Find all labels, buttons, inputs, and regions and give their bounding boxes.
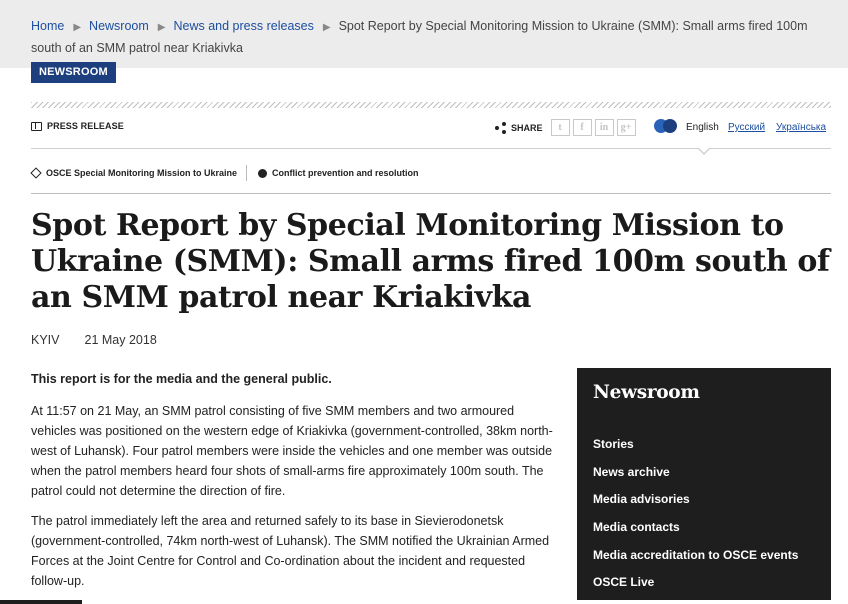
article-location: KYIV <box>31 333 60 347</box>
divider <box>31 148 831 149</box>
footer-strip <box>0 600 82 604</box>
breadcrumb-newsroom[interactable]: Newsroom <box>89 19 149 33</box>
chevron-right-icon: ▶ <box>322 22 331 33</box>
article-toolbar: PRESS RELEASE SHARE t f in g+ English Ру… <box>31 116 831 144</box>
newsroom-sidebar: Newsroom Stories News archive Media advi… <box>577 368 831 600</box>
diamond-icon <box>30 167 42 179</box>
twitter-icon[interactable]: t <box>550 119 570 136</box>
cog-icon <box>258 168 268 178</box>
article-date: 21 May 2018 <box>84 333 157 347</box>
language-ukrainian[interactable]: Українська <box>776 122 826 133</box>
share-bar: SHARE t f in g+ <box>495 119 639 136</box>
breadcrumb: Home ▶ Newsroom ▶ News and press releases ▶ Sp… <box>31 16 831 58</box>
article-paragraph: The patrol immediately left the area and… <box>31 514 550 588</box>
sidebar-item-media-advisories[interactable]: Media advisories <box>593 489 798 517</box>
chevron-right-icon: ▶ <box>157 22 166 33</box>
article-paragraph: At 11:57 on 21 May, an SMM patrol consis… <box>31 404 553 498</box>
breadcrumb-bar: Home ▶ Newsroom ▶ News and press releases ▶ Sp… <box>0 0 848 68</box>
sidebar-item-osce-live[interactable]: OSCE Live <box>593 572 798 600</box>
topic-label: Conflict prevention and resolution <box>272 168 419 178</box>
topic-smm[interactable]: OSCE Special Monitoring Mission to Ukrai… <box>30 167 238 179</box>
language-indicator-caret <box>697 147 711 155</box>
sidebar-title: Newsroom <box>593 382 700 403</box>
topic-tags: OSCE Special Monitoring Mission to Ukrai… <box>30 163 831 183</box>
language-russian[interactable]: Русский <box>728 122 765 133</box>
language-globe-icon <box>654 119 678 133</box>
press-release-text: PRESS RELEASE <box>47 121 124 131</box>
sidebar-item-media-contacts[interactable]: Media contacts <box>593 517 798 545</box>
sidebar-item-media-accreditation[interactable]: Media accreditation to OSCE events <box>593 545 798 573</box>
share-icon <box>495 121 507 134</box>
sidebar-item-news-archive[interactable]: News archive <box>593 462 798 490</box>
sidebar-item-stories[interactable]: Stories <box>593 434 798 462</box>
divider <box>246 165 248 181</box>
chevron-right-icon: ▶ <box>73 22 82 33</box>
press-release-label: PRESS RELEASE <box>31 121 124 131</box>
page-title: Spot Report by Special Monitoring Missio… <box>31 208 830 315</box>
book-icon <box>31 121 42 131</box>
google-plus-icon[interactable]: g+ <box>616 119 636 136</box>
hatched-divider <box>31 102 831 108</box>
linkedin-icon[interactable]: in <box>594 119 614 136</box>
topic-label: OSCE Special Monitoring Mission to Ukrai… <box>46 168 238 178</box>
article-meta: KYIV 21 May 2018 <box>31 333 157 347</box>
breadcrumb-news-and-press-releases[interactable]: News and press releases <box>174 19 314 33</box>
article-lead: This report is for the media and the gen… <box>31 372 332 386</box>
language-english: English <box>686 122 719 133</box>
facebook-icon[interactable]: f <box>572 119 592 136</box>
share-label: SHARE <box>511 122 543 133</box>
topic-conflict-prevention[interactable]: Conflict prevention and resolution <box>258 168 419 178</box>
article-body: This report is for the media and the gen… <box>31 369 561 601</box>
section-tag[interactable]: NEWSROOM <box>31 62 116 83</box>
breadcrumb-home[interactable]: Home <box>31 19 64 33</box>
divider <box>31 193 831 194</box>
sidebar-links: Stories News archive Media advisories Me… <box>593 434 798 600</box>
